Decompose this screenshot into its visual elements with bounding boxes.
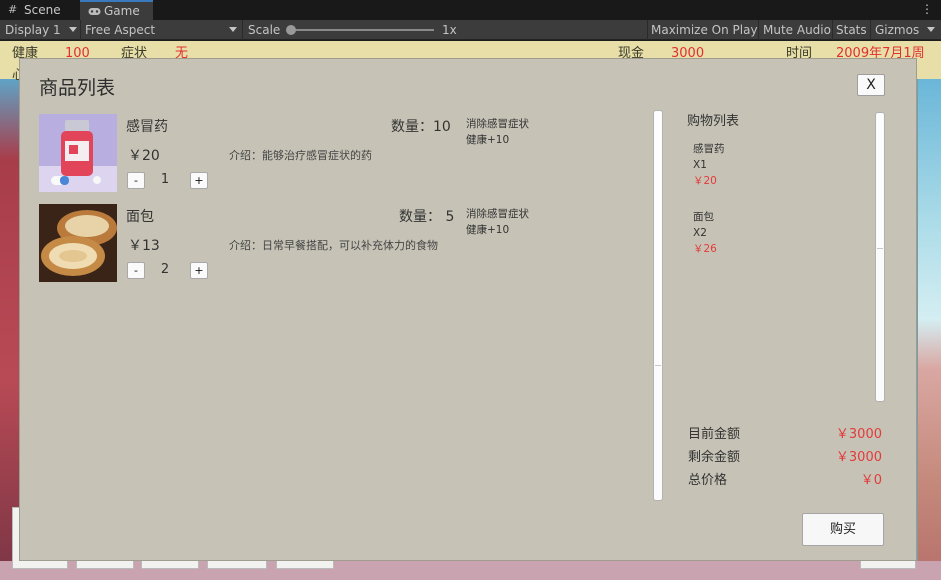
increase-quantity-button[interactable]: +	[190, 262, 208, 279]
cold-medicine-image	[39, 114, 117, 192]
cart-item-qty: X1	[693, 159, 707, 171]
cart-title: 购物列表	[687, 114, 740, 129]
shop-panel: 商品列表 X 感冒药 ￥20 介绍：能够治疗感冒症状的药 数量：10 消除感冒症…	[19, 58, 917, 561]
current-amount-value: ￥3000	[835, 427, 882, 442]
game-view-toolbar: Display 1 Free Aspect Scale 1x Maximize …	[0, 20, 941, 40]
gizmos-toggle[interactable]: Gizmos	[875, 20, 919, 40]
toolbar-divider	[870, 20, 871, 40]
cart-scrollbar-handle[interactable]	[877, 114, 883, 249]
quantity-value: 1	[160, 172, 170, 187]
tab-game[interactable]: Game	[80, 0, 153, 20]
decrease-quantity-button[interactable]: -	[127, 262, 145, 279]
item-effect-1: 消除感冒症状	[466, 118, 529, 130]
item-effect-1: 消除感冒症状	[466, 208, 529, 220]
close-button[interactable]: X	[857, 74, 885, 96]
total-price-value: ￥0	[860, 473, 882, 488]
more-options-icon[interactable]: ⋮	[921, 2, 933, 16]
gizmos-dropdown-arrow-icon	[927, 27, 935, 32]
mute-audio-toggle[interactable]: Mute Audio	[763, 20, 831, 40]
item-name: 面包	[126, 209, 154, 225]
cart-item: 感冒药 X1 ￥20	[693, 141, 725, 189]
cart-item-price: ￥26	[693, 243, 717, 255]
scale-value: 1x	[442, 23, 457, 37]
cart-item-qty: X2	[693, 227, 707, 239]
cart-item-name: 面包	[693, 211, 714, 223]
scene-background-right	[918, 79, 941, 580]
item-effects: 消除感冒症状 健康+10	[466, 116, 529, 148]
tab-scene-label: Scene	[24, 3, 61, 17]
scene-background-left	[0, 79, 20, 580]
cart-scrollbar[interactable]	[875, 112, 885, 402]
item-stock: 数量：10	[391, 119, 451, 135]
maximize-on-play-toggle[interactable]: Maximize On Play	[651, 20, 758, 40]
item-list-scrollbar[interactable]	[653, 110, 663, 501]
shop-item-cold-medicine: 感冒药 ￥20 介绍：能够治疗感冒症状的药 数量：10 消除感冒症状 健康+10…	[39, 114, 629, 194]
increase-quantity-button[interactable]: +	[190, 172, 208, 189]
scale-label: Scale	[248, 23, 281, 37]
total-price-label: 总价格	[688, 473, 728, 488]
buy-button[interactable]: 购买	[802, 513, 884, 546]
cart-item: 面包 X2 ￥26	[693, 209, 717, 257]
scale-slider-track[interactable]	[292, 29, 434, 31]
remaining-amount-value: ￥3000	[835, 450, 882, 465]
tab-game-label: Game	[104, 4, 140, 18]
toolbar-divider	[242, 20, 243, 40]
current-amount-label: 目前金额	[688, 427, 741, 442]
scale-slider-handle[interactable]	[286, 25, 296, 35]
remaining-amount-label: 剩余金额	[688, 450, 741, 465]
cart-item-price: ￥20	[693, 175, 717, 187]
decrease-quantity-button[interactable]: -	[127, 172, 145, 189]
item-price: ￥13	[128, 238, 160, 254]
item-price: ￥20	[128, 148, 160, 164]
stats-toggle[interactable]: Stats	[836, 20, 867, 40]
gamepad-icon	[88, 7, 101, 17]
toolbar-divider	[80, 20, 81, 40]
item-description: 介绍：能够治疗感冒症状的药	[229, 149, 372, 162]
item-description: 介绍：日常早餐搭配，可以补充体力的食物	[229, 239, 438, 252]
item-effect-2: 健康+10	[466, 134, 510, 146]
item-list-scrollbar-handle[interactable]	[655, 112, 661, 366]
editor-tab-bar: # Scene Game ⋮	[0, 0, 941, 20]
tab-scene[interactable]: # Scene	[0, 0, 78, 20]
item-stock: 数量： 5	[399, 209, 455, 225]
toolbar-divider	[647, 20, 648, 40]
shop-title: 商品列表	[39, 77, 116, 99]
grid-icon: #	[8, 3, 18, 16]
aspect-dropdown[interactable]: Free Aspect	[85, 20, 155, 40]
item-effect-2: 健康+10	[466, 224, 510, 236]
toolbar-divider	[758, 20, 759, 40]
bread-image	[39, 204, 117, 282]
shop-item-bread: 面包 ￥13 介绍：日常早餐搭配，可以补充体力的食物 数量： 5 消除感冒症状 …	[39, 204, 629, 284]
display-dropdown[interactable]: Display 1	[5, 20, 61, 40]
toolbar-divider	[832, 20, 833, 40]
quantity-value: 2	[160, 262, 170, 277]
item-effects: 消除感冒症状 健康+10	[466, 206, 529, 238]
display-dropdown-arrow-icon	[69, 27, 77, 32]
item-name: 感冒药	[126, 119, 168, 135]
cart-item-name: 感冒药	[693, 143, 725, 155]
aspect-dropdown-arrow-icon	[229, 27, 237, 32]
